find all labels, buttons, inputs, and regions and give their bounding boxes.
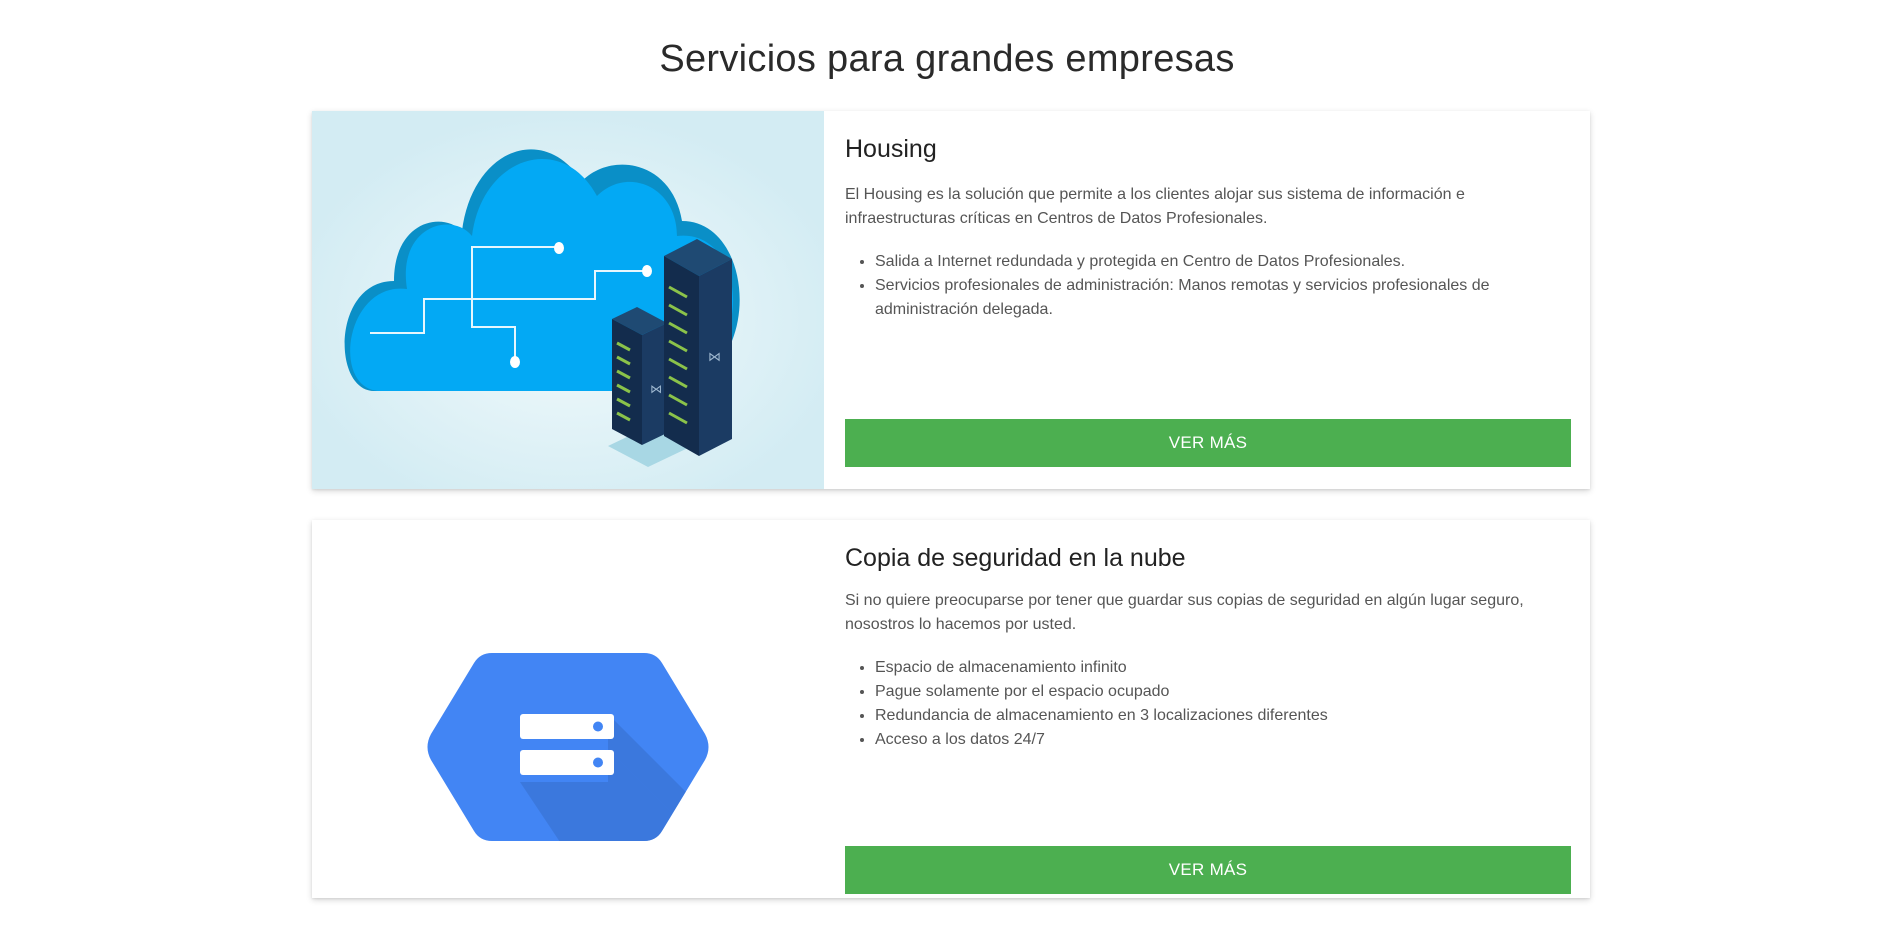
list-item: Espacio de almacenamiento infinito xyxy=(875,656,1575,680)
service-card-backup: Copia de seguridad en la nube Si no quie… xyxy=(312,520,1590,898)
service-description: El Housing es la solución que permite a … xyxy=(845,186,1465,227)
ver-mas-button-backup[interactable]: VER MÁS xyxy=(845,846,1571,894)
cloud-servers-illustration-icon: ⋈ ⋈ xyxy=(312,111,824,489)
service-description: Si no quiere preocuparse por tener que g… xyxy=(845,592,1524,633)
svg-text:⋈: ⋈ xyxy=(708,350,721,365)
list-item: Salida a Internet redundada y protegida … xyxy=(875,250,1575,274)
feature-list: Espacio de almacenamiento infinito Pague… xyxy=(845,656,1575,752)
service-title: Copia de seguridad en la nube xyxy=(845,544,1186,572)
list-item: Redundancia de almacenamiento en 3 local… xyxy=(875,704,1575,728)
cloud-storage-hexagon-icon xyxy=(427,653,709,841)
backup-image xyxy=(312,520,824,898)
list-item: Pague solamente por el espacio ocupado xyxy=(875,680,1575,704)
small-server-icon: ⋈ xyxy=(612,307,667,445)
ver-mas-button-housing[interactable]: VER MÁS xyxy=(845,419,1571,467)
housing-content: Housing El Housing es la solución que pe… xyxy=(845,111,1571,489)
housing-image: ⋈ ⋈ xyxy=(312,111,824,489)
services-page: Servicios para grandes empresas ⋈ ⋈ Hous… xyxy=(0,0,1894,934)
big-server-icon: ⋈ xyxy=(664,239,732,456)
service-title: Housing xyxy=(845,135,937,163)
list-item: Servicios profesionales de administració… xyxy=(875,274,1575,322)
backup-content: Copia de seguridad en la nube Si no quie… xyxy=(845,520,1571,898)
service-card-housing: ⋈ ⋈ Housing El Housing es la solución qu… xyxy=(312,111,1590,489)
feature-list: Salida a Internet redundada y protegida … xyxy=(845,250,1575,322)
svg-text:⋈: ⋈ xyxy=(650,382,662,396)
list-item: Acceso a los datos 24/7 xyxy=(875,728,1575,752)
page-title: Servicios para grandes empresas xyxy=(659,38,1235,80)
